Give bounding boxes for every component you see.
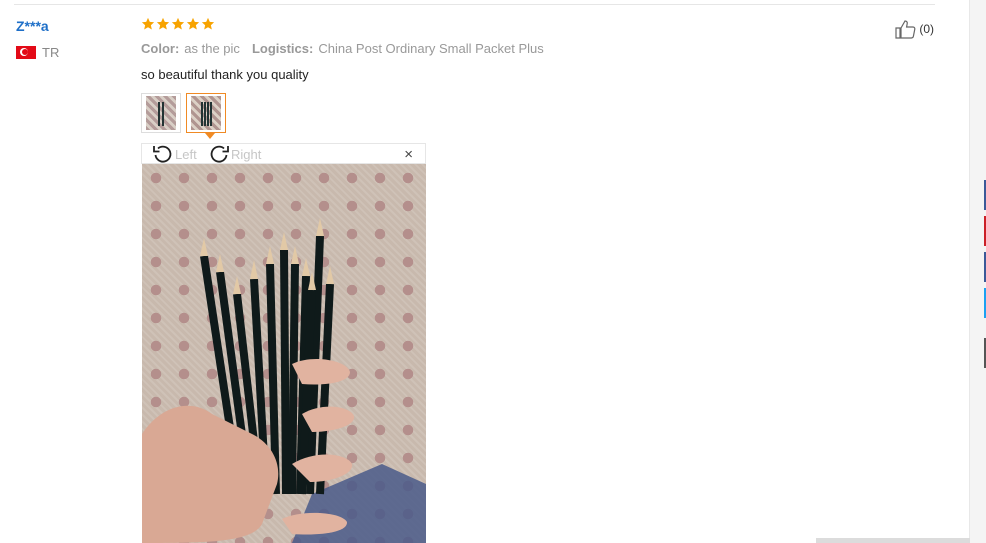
helpful-button[interactable]: (0) [894,19,934,39]
rotate-right-label: Right [231,146,262,162]
star-icon [186,17,200,31]
review-text: so beautiful thank you quality [141,67,309,82]
color-info: Color: as the pic [141,41,240,56]
helpful-count: (0) [919,22,934,36]
star-icon [156,17,170,31]
review-photo-thumbnails [141,93,226,133]
rotate-right-icon [208,144,230,164]
color-label: Color: [141,41,180,56]
rotate-left-button[interactable]: Left [152,144,197,164]
logistics-value: China Post Ordinary Small Packet Plus [318,41,544,56]
star-rating [141,17,215,31]
star-icon [171,17,185,31]
thumbnail-image [146,96,176,130]
logistics-info: Logistics: China Post Ordinary Small Pac… [252,41,544,56]
top-divider [14,4,935,5]
star-icon [201,17,215,31]
color-value: as the pic [184,41,240,56]
photo-thumbnail-selected[interactable] [186,93,226,133]
photo-viewer-toolbar: Left Right × [141,143,426,164]
selected-thumbnail-caret [205,133,215,139]
rotate-right-button[interactable]: Right [208,144,261,164]
review-photo-large [142,164,426,543]
reviewer-country: TR [16,45,59,60]
photo-thumbnail[interactable] [141,93,181,133]
thumbs-up-icon [894,19,916,39]
rotate-left-icon [152,144,174,164]
close-icon[interactable]: × [404,147,413,162]
turkey-flag-icon [16,46,36,59]
country-code: TR [42,45,60,60]
star-icon [141,17,155,31]
reviewer-name[interactable]: Z***a [16,18,49,34]
rotate-left-label: Left [175,146,197,162]
horizontal-scrollbar[interactable] [816,538,970,543]
review-meta: Color: as the pic Logistics: China Post … [141,41,544,56]
thumbnail-image [191,96,221,130]
logistics-label: Logistics: [251,41,314,56]
